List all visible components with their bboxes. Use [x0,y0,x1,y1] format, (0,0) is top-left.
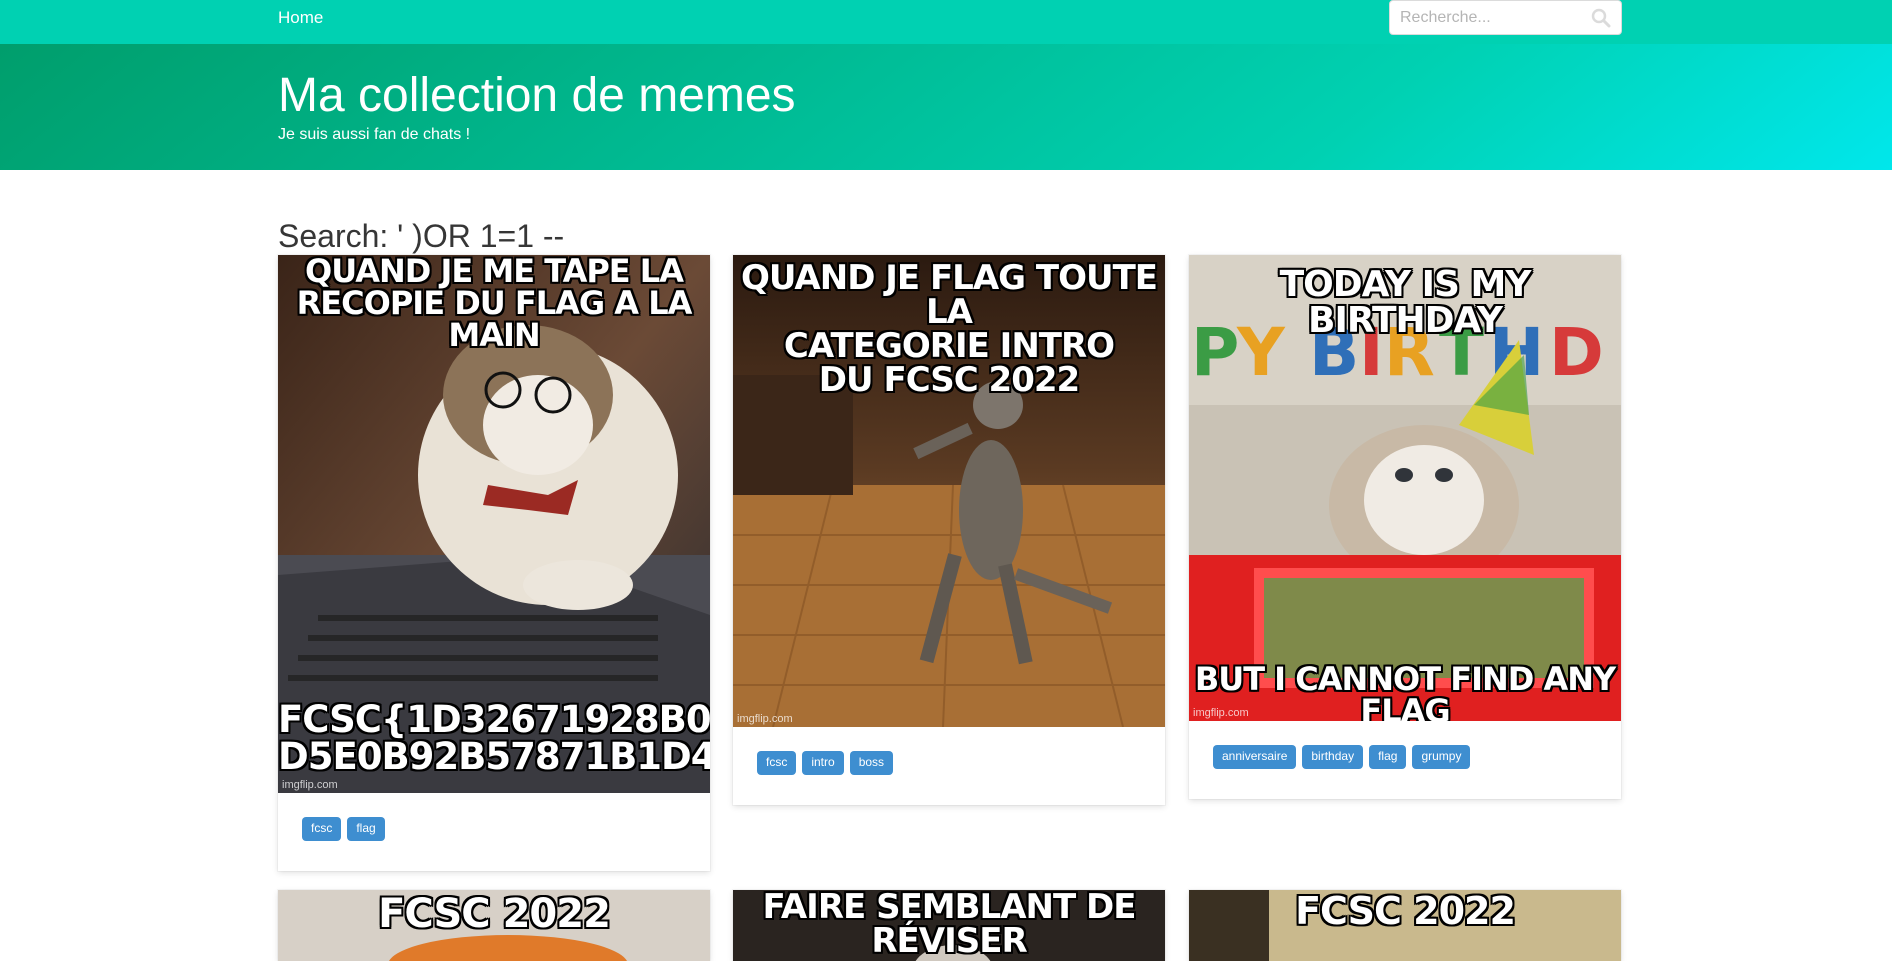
search-results-heading: Search: ' )OR 1=1 -- [278,218,565,254]
tag[interactable]: intro [802,751,844,775]
tag-list: anniversaire birthday flag grumpy [1213,745,1597,769]
meme-watermark: imgflip.com [737,713,793,725]
page-subtitle: Je suis aussi fan de chats ! [278,126,471,143]
meme-card: QUAND JE ME TAPE LA RECOPIE DU FLAG A LA… [278,255,710,871]
hero-banner: Ma collection de memes Je suis aussi fan… [0,44,1892,170]
tag-list: fcsc intro boss [757,751,1141,775]
meme-card: QUAND JE FLAG TOUTE LA CATEGORIE INTRO D… [733,255,1165,805]
meme-image[interactable]: FCSC 2022 [1189,890,1621,961]
meme-top-text: FCSC 2022 [1295,890,1516,933]
page-title: Ma collection de memes [278,69,796,122]
search-icon[interactable] [1591,8,1611,28]
tag[interactable]: flag [347,817,385,841]
meme-top-text: QUAND JE ME TAPE LA RECOPIE DU FLAG A LA… [296,255,693,354]
tag[interactable]: birthday [1302,745,1364,769]
tag-list: fcsc flag [302,817,686,841]
meme-top-text: FAIRE SEMBLANT DE RÉVISER [762,890,1137,961]
meme-image[interactable]: QUAND JE FLAG TOUTE LA CATEGORIE INTRO D… [733,255,1165,727]
card-content: fcsc flag [278,793,710,871]
meme-watermark: imgflip.com [282,779,338,791]
meme-bottom-text: FCSC{1D32671928B0DF D5E0B92B57871B1D49} [278,698,710,778]
tag[interactable]: anniversaire [1213,745,1297,769]
meme-image[interactable]: FAIRE SEMBLANT DE RÉVISER [733,890,1165,961]
meme-card: FAIRE SEMBLANT DE RÉVISER [733,890,1165,961]
meme-image[interactable]: QUAND JE ME TAPE LA RECOPIE DU FLAG A LA… [278,255,710,793]
search-box [1389,0,1622,35]
top-navbar: Home [0,0,1892,44]
meme-card: FCSC 2022 [278,890,710,961]
meme-top-text: TODAY IS MY BIRTHDAY [1279,264,1532,341]
card-content: fcsc intro boss [733,727,1165,805]
tag[interactable]: flag [1369,745,1407,769]
card-content: anniversaire birthday flag grumpy [1189,721,1621,799]
meme-card: P Y B I R T H D TODAY IS MY BIRTHDAY BUT… [1189,255,1621,799]
nav-home-link[interactable]: Home [278,6,323,30]
tag[interactable]: grumpy [1412,745,1471,769]
tag[interactable]: boss [849,751,894,775]
tag[interactable]: fcsc [302,817,342,841]
meme-image[interactable]: FCSC 2022 [278,890,710,961]
meme-top-text: QUAND JE FLAG TOUTE LA CATEGORIE INTRO D… [740,258,1158,400]
meme-card: FCSC 2022 [1189,890,1621,961]
tag[interactable]: fcsc [757,751,797,775]
meme-image[interactable]: P Y B I R T H D TODAY IS MY BIRTHDAY BUT… [1189,255,1621,721]
meme-bottom-text: BUT I CANNOT FIND ANY FLAG [1194,660,1616,721]
meme-top-text: FCSC 2022 [378,891,611,937]
meme-watermark: imgflip.com [1193,707,1249,719]
search-input[interactable] [1390,1,1585,34]
